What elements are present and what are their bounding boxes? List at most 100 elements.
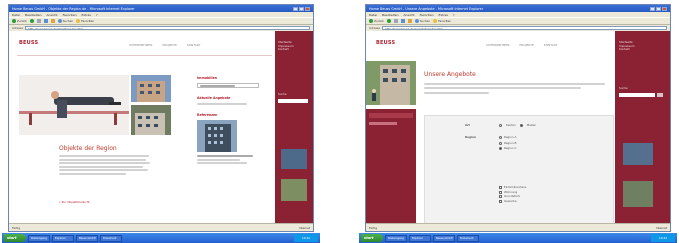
address-input[interactable]: http://www.beuss.de/objekte/index.htm <box>25 25 310 31</box>
rail-search-input[interactable] <box>619 93 655 97</box>
rail-search-label: Suche <box>278 92 287 96</box>
taskbar: start Posteingang Explorer Beuss GmbH Do… <box>2 233 320 243</box>
minimize-button[interactable] <box>650 6 655 11</box>
taskbar-item[interactable]: Posteingang <box>28 234 50 242</box>
minimize-button[interactable] <box>293 6 298 11</box>
browser-window: Home Beuss GmbH - Unsere Angebote - Micr… <box>365 4 671 232</box>
home-icon[interactable] <box>407 19 412 23</box>
maximize-button[interactable] <box>299 6 304 11</box>
home-icon[interactable] <box>50 19 55 23</box>
refresh-icon[interactable] <box>43 19 48 23</box>
header-divider <box>17 55 272 56</box>
address-input[interactable]: http://www.beuss.de/angebote/index.htm <box>382 25 667 31</box>
rail-search-button[interactable] <box>657 93 663 97</box>
security-zone: Internet <box>655 225 667 230</box>
menu-item[interactable]: Datei <box>12 13 20 17</box>
intro-text <box>424 83 609 95</box>
window-title: Home Beuss GmbH - Objekte der Region.de … <box>12 6 135 11</box>
radio-button[interactable] <box>499 141 502 145</box>
nav-item[interactable]: KONTAKT <box>544 43 558 47</box>
stop-icon[interactable] <box>36 19 41 23</box>
info-sidebar: Immobilien Aktuelle Angebote Referenzen <box>197 76 259 166</box>
top-nav: UNTERNEHMEN PROJEKTE KONTAKT <box>486 43 558 47</box>
sidebar-heading: Referenzen <box>197 113 218 117</box>
taskbar-item[interactable]: Dokument <box>100 234 122 242</box>
maximize-button[interactable] <box>656 6 661 11</box>
refresh-icon[interactable] <box>400 19 405 23</box>
search-icon <box>57 19 62 23</box>
right-rail: Startseite Impressum Kontakt Suche <box>615 31 670 223</box>
rail-thumbnail-1[interactable] <box>623 143 653 165</box>
rail-search-input[interactable] <box>278 99 308 103</box>
forward-arrow-icon[interactable] <box>386 19 391 23</box>
header-photo <box>366 61 416 105</box>
rail-thumbnail-1[interactable] <box>281 149 307 169</box>
nav-item[interactable]: KONTAKT <box>187 43 201 47</box>
rail-thumbnail-2[interactable] <box>281 179 307 201</box>
checkbox-label: Gewerbe <box>504 198 517 203</box>
stop-icon[interactable] <box>393 19 398 23</box>
taskbar-item[interactable]: Beuss GmbH <box>76 234 98 242</box>
menu-item[interactable]: Extras <box>81 13 90 17</box>
nav-item[interactable]: PROJEKTE <box>162 43 177 47</box>
toolbar: Zurück Suchen Favoriten <box>366 17 670 25</box>
company-logo[interactable]: BEUSS <box>376 40 395 46</box>
menu-item[interactable]: ? <box>96 13 98 17</box>
menu-item[interactable]: Bearbeiten <box>382 13 398 17</box>
menu-item[interactable]: Favoriten <box>63 13 77 17</box>
favorites-button[interactable]: Favoriten <box>433 19 451 24</box>
rail-link[interactable]: Kontakt <box>619 48 635 52</box>
screenshot-right: Home Beuss GmbH - Unsere Angebote - Micr… <box>359 0 677 243</box>
checkbox[interactable] <box>499 195 502 199</box>
taskbar-item[interactable]: Dokument <box>457 234 479 242</box>
rail-thumbnail-2[interactable] <box>623 181 653 207</box>
back-arrow-icon <box>12 19 16 23</box>
close-button[interactable] <box>662 6 667 11</box>
rail-search-label: Suche <box>619 86 628 90</box>
search-icon <box>414 19 419 23</box>
nav-item[interactable]: UNTERNEHMEN <box>129 43 152 47</box>
taskbar-item[interactable]: Beuss GmbH <box>433 234 455 242</box>
taskbar-item[interactable]: Explorer <box>52 234 74 242</box>
checkbox[interactable] <box>499 186 502 190</box>
star-icon <box>433 19 438 23</box>
radio-button[interactable] <box>499 136 502 140</box>
favorites-button[interactable]: Favoriten <box>76 19 94 24</box>
forward-arrow-icon[interactable] <box>29 19 34 23</box>
menu-item[interactable]: ? <box>453 13 455 17</box>
nav-item[interactable]: UNTERNEHMEN <box>486 43 509 47</box>
company-logo[interactable]: BEUSS <box>19 40 38 46</box>
radio-button[interactable] <box>499 124 502 128</box>
nav-item[interactable]: PROJEKTE <box>519 43 534 47</box>
start-button[interactable]: start <box>4 234 26 242</box>
search-button[interactable]: Suchen <box>414 19 430 24</box>
system-clock: 10:42 <box>651 234 675 242</box>
taskbar-item[interactable]: Posteingang <box>385 234 407 242</box>
rail-link[interactable]: Kontakt <box>278 48 294 52</box>
checkbox[interactable] <box>499 200 502 204</box>
radio-button[interactable] <box>519 124 523 128</box>
search-button[interactable]: Suchen <box>57 19 73 24</box>
back-button[interactable]: Zurück <box>12 19 27 24</box>
page-headline: Unsere Angebote <box>424 71 476 78</box>
taskbar-item[interactable]: Explorer <box>409 234 431 242</box>
start-button[interactable]: start <box>361 234 383 242</box>
status-bar: Fertig Internet <box>366 223 670 231</box>
menu-item[interactable]: Datei <box>369 13 377 17</box>
menu-item[interactable]: Extras <box>438 13 447 17</box>
menu-item[interactable]: Bearbeiten <box>25 13 41 17</box>
title-bar: Home Beuss GmbH - Unsere Angebote - Micr… <box>366 5 670 12</box>
left-nav-item[interactable] <box>369 122 397 125</box>
left-nav-item[interactable] <box>369 113 413 118</box>
checkbox[interactable] <box>499 190 502 194</box>
menu-item[interactable]: Ansicht <box>404 13 415 17</box>
menu-item[interactable]: Ansicht <box>47 13 58 17</box>
back-button[interactable]: Zurück <box>369 19 384 24</box>
web-page: BEUSS UNTERNEHMEN PROJEKTE KONTAKT <box>9 31 313 223</box>
menu-item[interactable]: Favoriten <box>420 13 434 17</box>
favorites-label: Favoriten <box>438 19 452 23</box>
radio-button[interactable] <box>499 147 502 151</box>
overview-link[interactable]: » Zur Objektübersicht <box>59 200 90 205</box>
close-button[interactable] <box>305 6 310 11</box>
sidebar-select[interactable] <box>197 83 259 88</box>
